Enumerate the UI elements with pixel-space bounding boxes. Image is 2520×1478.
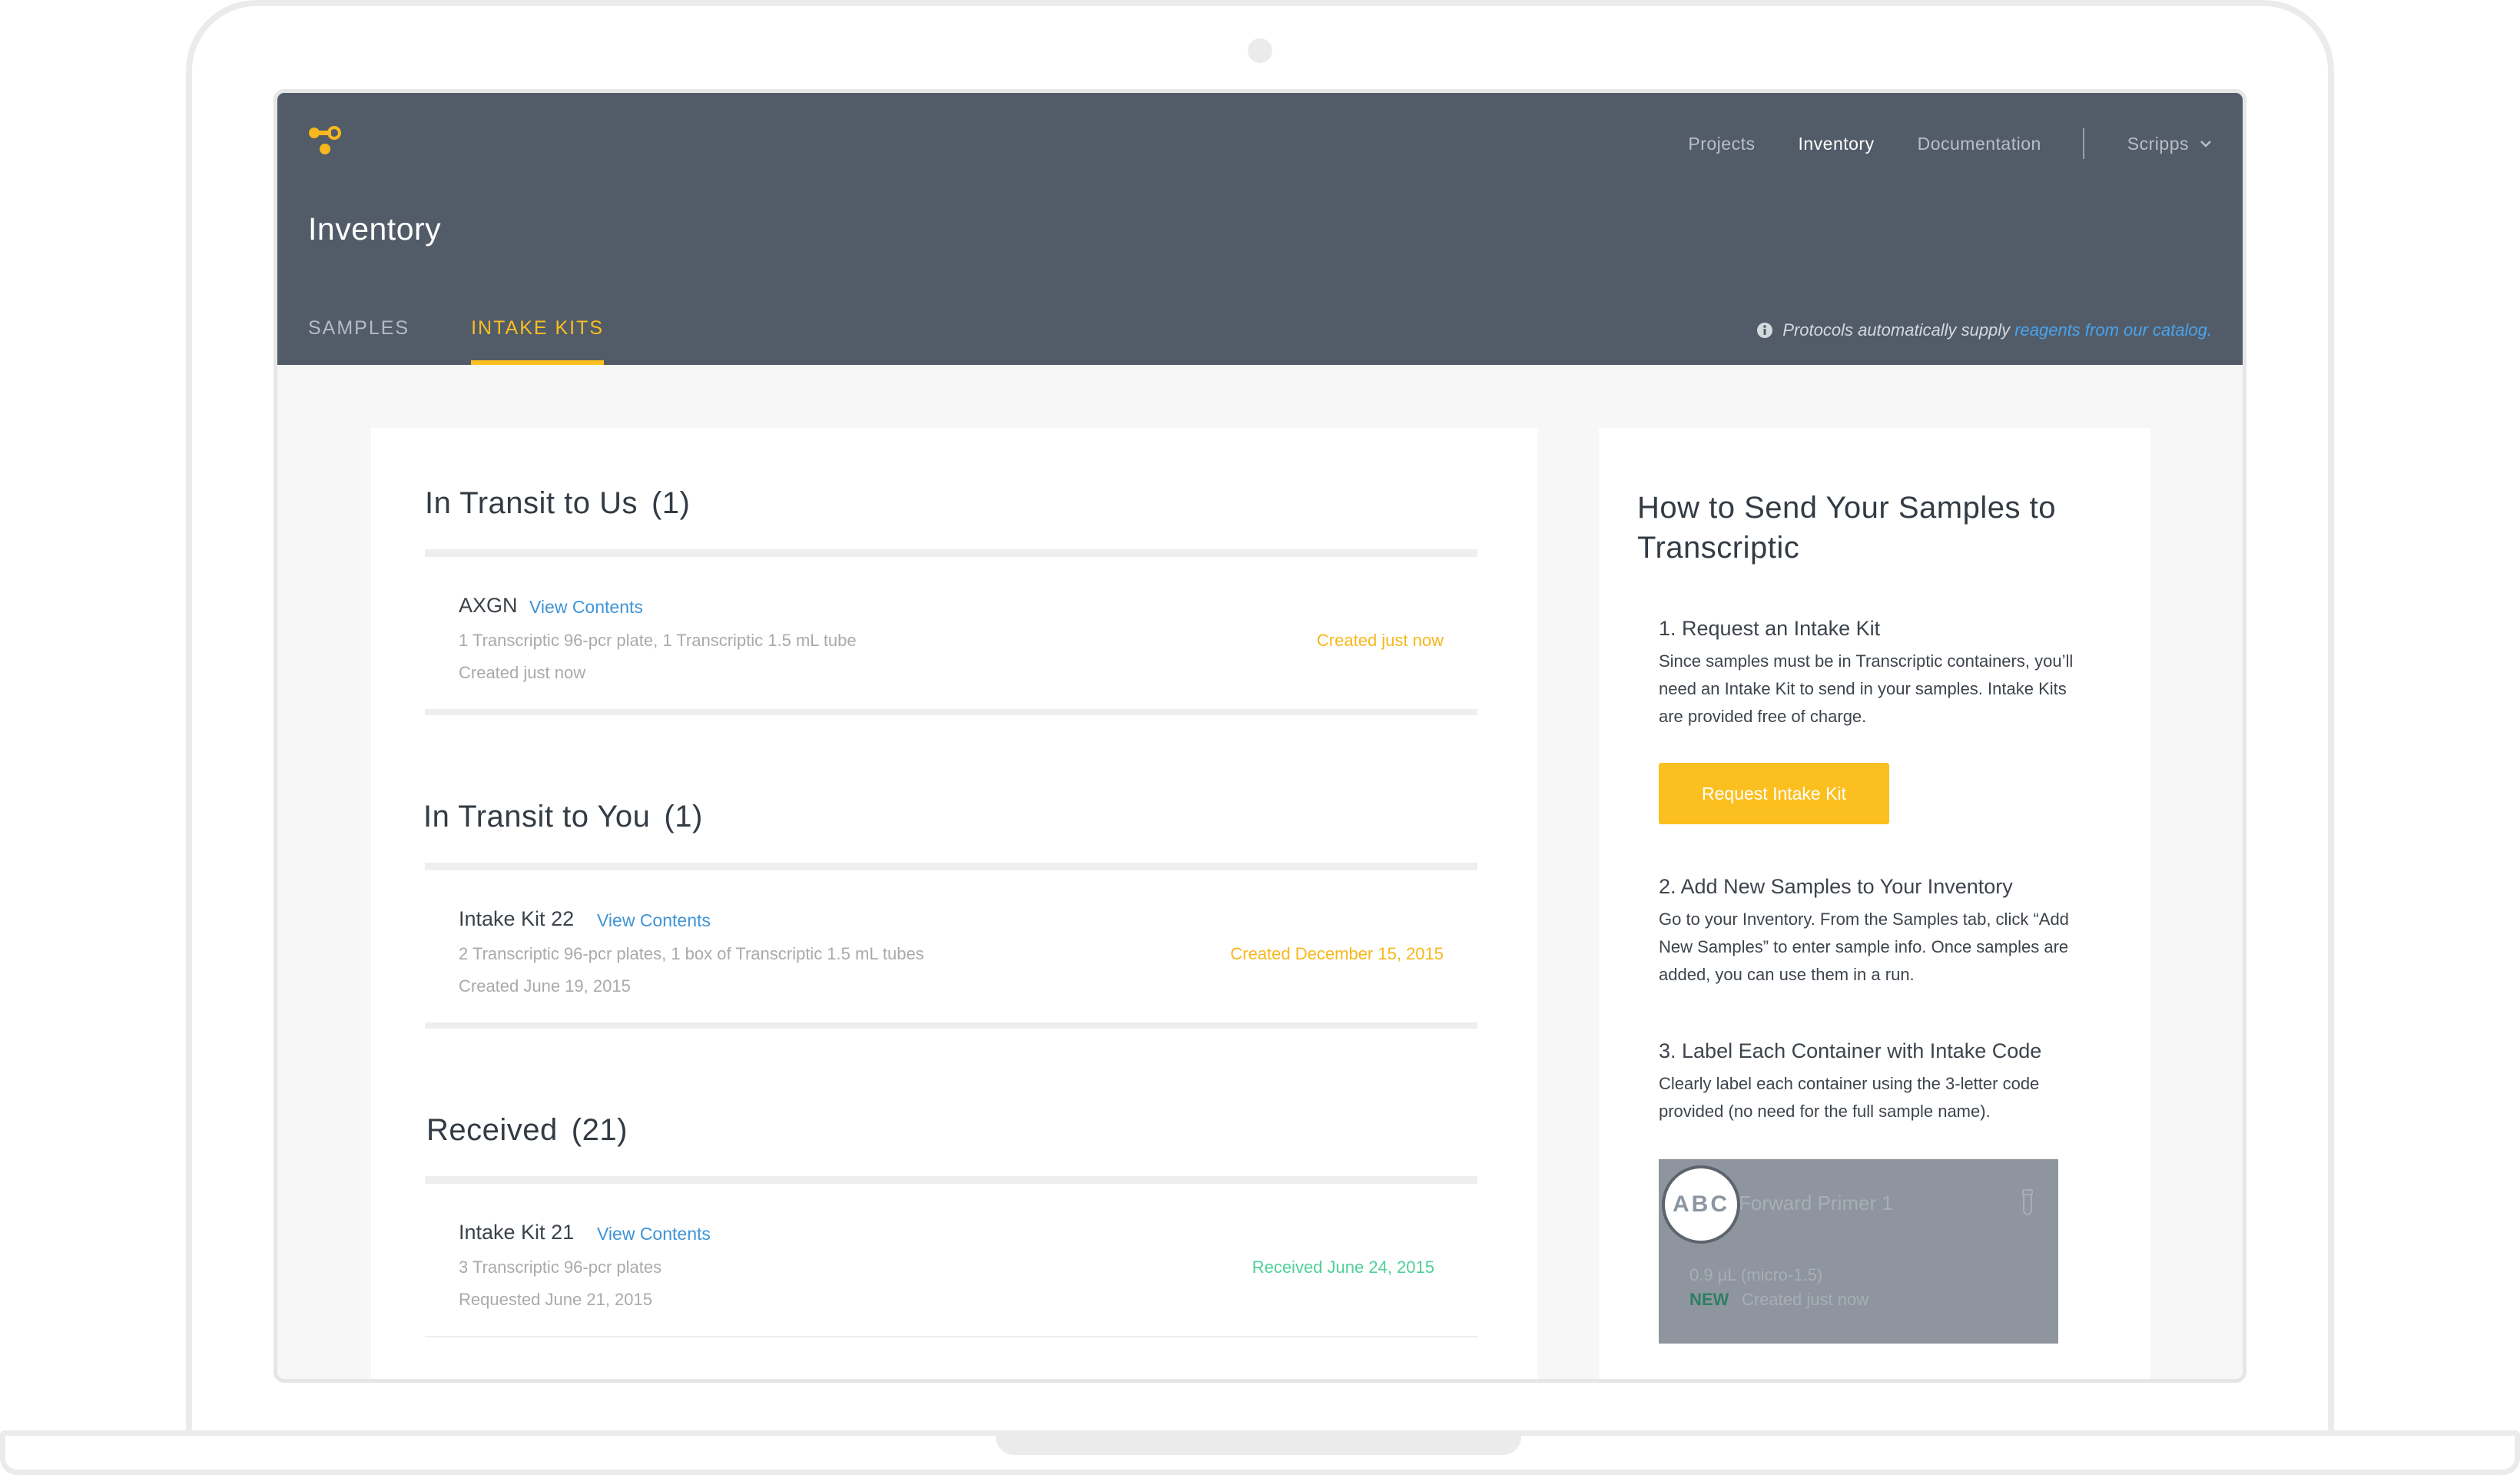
kit-name: AXGN — [459, 594, 518, 617]
org-menu[interactable]: Scripps — [2127, 134, 2212, 154]
example-created: Created just now — [1742, 1290, 1869, 1309]
protocol-note-text: Protocols automatically supply — [1782, 320, 2011, 340]
kit-name: Intake Kit 21 — [459, 1221, 575, 1244]
kit-row[interactable]: Intake Kit 21 View Contents 3 Transcript… — [425, 1176, 1477, 1337]
inventory-tabs: SAMPLES INTAKE KITS — [308, 305, 665, 365]
step-2-title: 2. Add New Samples to Your Inventory — [1659, 875, 2013, 898]
section-title: In Transit to You — [423, 800, 651, 833]
section-title: In Transit to Us — [425, 486, 638, 520]
intake-code-badge: ABC — [1662, 1165, 1740, 1244]
kit-description: 3 Transcriptic 96-pcr plates — [459, 1258, 662, 1277]
page-title: Inventory — [308, 211, 442, 247]
section-count: (21) — [571, 1113, 628, 1147]
step-3-text: Clearly label each container using the 3… — [1659, 1074, 2040, 1121]
app-screen: Projects Inventory Documentation Scripps… — [274, 89, 2246, 1383]
laptop-notch — [996, 1433, 1521, 1455]
app-header: Projects Inventory Documentation Scripps… — [277, 93, 2243, 365]
kit-date: Created June 19, 2015 — [459, 976, 631, 996]
kit-row[interactable]: Intake Kit 22 View Contents 2 Transcript… — [425, 863, 1477, 1029]
section-count: (1) — [664, 800, 703, 833]
view-contents-link[interactable]: View Contents — [597, 910, 711, 931]
section-count: (1) — [651, 486, 691, 520]
nav-documentation[interactable]: Documentation — [1918, 134, 2041, 154]
kit-status: Created just now — [1316, 631, 1444, 650]
view-contents-link[interactable]: View Contents — [597, 1224, 711, 1244]
example-volume: 0.9 µL (micro-1.5) — [1689, 1265, 1823, 1284]
tab-intake-kits[interactable]: INTAKE KITS — [471, 305, 605, 365]
kit-date: Requested June 21, 2015 — [459, 1290, 652, 1309]
new-badge: NEW — [1689, 1290, 1729, 1309]
kit-description: 1 Transcriptic 96-pcr plate, 1 Transcrip… — [459, 631, 857, 650]
section-heading-to-you: In Transit to You (1) — [423, 800, 703, 834]
step-1-text: Since samples must be in Transcriptic co… — [1659, 651, 2074, 726]
kit-status: Received June 24, 2015 — [1252, 1258, 1434, 1277]
request-intake-kit-button[interactable]: Request Intake Kit — [1659, 763, 1889, 824]
org-name: Scripps — [2127, 133, 2189, 154]
step-1-title: 1. Request an Intake Kit — [1659, 617, 1881, 640]
kit-description: 2 Transcriptic 96-pcr plates, 1 box of T… — [459, 944, 924, 963]
instructions-title: How to Send Your Samples to Transcriptic — [1637, 491, 2056, 565]
nav-divider — [2082, 128, 2084, 159]
label-example: Forward Primer 1 ABC 0.9 µL (micro-1.5) … — [1659, 1159, 2058, 1344]
camera-icon — [1248, 38, 1272, 63]
tab-samples[interactable]: SAMPLES — [308, 305, 410, 365]
top-nav: Projects Inventory Documentation Scripps — [1645, 127, 2212, 161]
step-3-title: 3. Label Each Container with Intake Code — [1659, 1039, 2042, 1062]
tube-icon — [2022, 1189, 2033, 1215]
transcriptic-logo-icon[interactable] — [308, 124, 342, 157]
nav-inventory[interactable]: Inventory — [1798, 134, 1874, 154]
step-2-text: Go to your Inventory. From the Samples t… — [1659, 910, 2069, 984]
kit-date: Created just now — [459, 663, 586, 682]
catalog-link[interactable]: reagents from our catalog. — [2014, 320, 2212, 340]
protocol-note: Protocols automatically supply reagents … — [1756, 311, 2212, 350]
kit-status: Created December 15, 2015 — [1230, 944, 1444, 963]
section-title: Received — [426, 1113, 558, 1147]
kit-name: Intake Kit 22 — [459, 907, 575, 930]
chevron-down-icon — [2200, 139, 2212, 148]
section-heading-received: Received (21) — [426, 1113, 628, 1148]
nav-projects[interactable]: Projects — [1688, 134, 1755, 154]
info-icon — [1756, 322, 1773, 339]
view-contents-link[interactable]: View Contents — [529, 597, 643, 618]
kit-row[interactable]: AXGN View Contents 1 Transcriptic 96-pcr… — [425, 549, 1477, 715]
section-heading-to-us: In Transit to Us (1) — [425, 486, 690, 521]
instructions-card: How to Send Your Samples to Transcriptic… — [1599, 428, 2150, 1379]
intake-kits-card: In Transit to Us (1) AXGN View Contents 1… — [371, 428, 1537, 1379]
example-sample-name: Forward Primer 1 — [1739, 1191, 1893, 1215]
